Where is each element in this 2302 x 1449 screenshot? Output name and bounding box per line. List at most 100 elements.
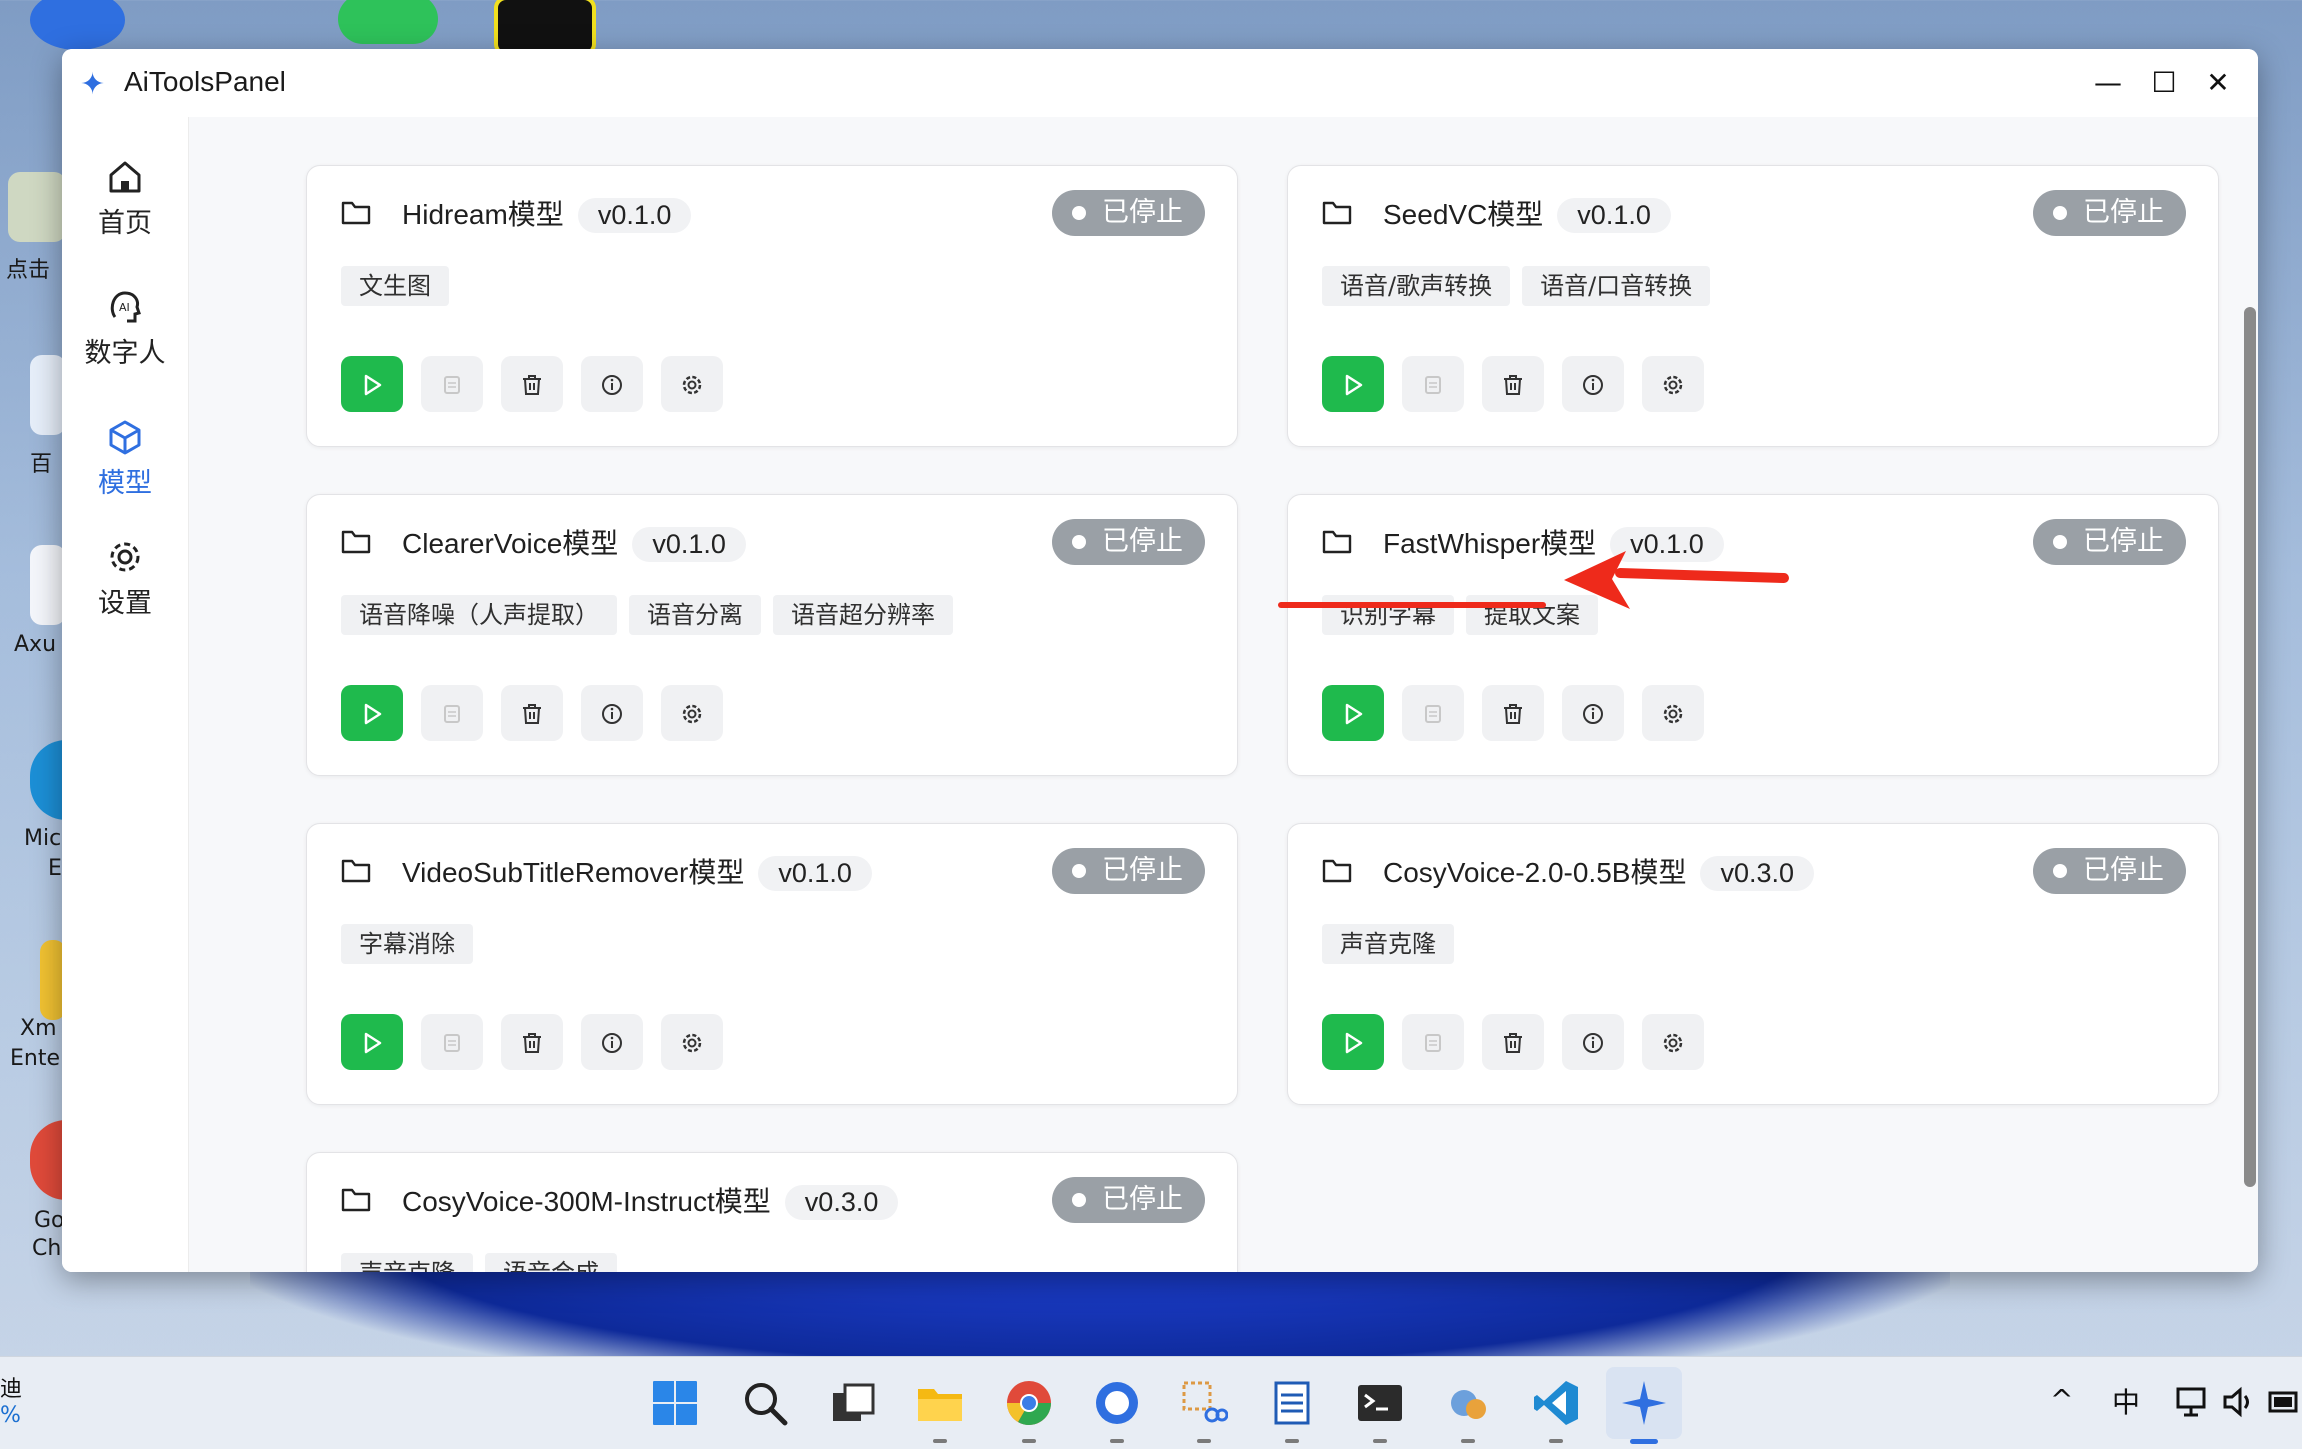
status-dot-icon xyxy=(2053,535,2067,549)
model-card: ClearerVoice模型 v0.1.0 已停止 语音降噪（人声提取） 语音分离 语音超… xyxy=(306,494,1238,776)
wechat-icon[interactable] xyxy=(338,0,438,44)
sidebar-item-home[interactable]: 首页 xyxy=(62,157,188,240)
folder-icon[interactable] xyxy=(1322,858,1352,884)
status-text: 已停止 xyxy=(2083,197,2164,228)
desktop-app-icon[interactable] xyxy=(30,0,125,50)
info-button[interactable] xyxy=(581,1014,643,1070)
running-indicator xyxy=(1197,1439,1211,1443)
sidebar-item-models[interactable]: 模型 xyxy=(62,417,188,500)
start-button[interactable] xyxy=(341,685,403,741)
running-indicator xyxy=(1373,1439,1387,1443)
log-button[interactable] xyxy=(1402,685,1464,741)
settings-button[interactable] xyxy=(661,1014,723,1070)
folder-icon[interactable] xyxy=(341,1187,371,1213)
snipping-tool-icon[interactable] xyxy=(1180,1379,1228,1427)
tray-chevron-icon[interactable]: ^ xyxy=(2050,1383,2073,1416)
folder-icon[interactable] xyxy=(341,529,371,555)
status-text: 已停止 xyxy=(1102,855,1183,886)
sidebar-item-digital-human[interactable]: AI 数字人 xyxy=(62,287,188,370)
desktop-shortcut-icon[interactable] xyxy=(30,545,66,625)
info-icon xyxy=(1581,1032,1605,1053)
desktop-label: 百 xyxy=(30,452,53,477)
terminal-icon[interactable] xyxy=(1356,1379,1404,1427)
info-icon xyxy=(1581,703,1605,724)
desktop-shortcut-icon[interactable] xyxy=(8,172,66,242)
feature-tag: 语音降噪（人声提取） xyxy=(341,595,617,635)
delete-button[interactable] xyxy=(501,356,563,412)
chat-app-icon[interactable] xyxy=(1093,1379,1141,1427)
log-button[interactable] xyxy=(421,685,483,741)
delete-button[interactable] xyxy=(1482,1014,1544,1070)
version-badge: v0.3.0 xyxy=(1700,856,1815,891)
pycharm-icon[interactable] xyxy=(494,0,596,56)
settings-button[interactable] xyxy=(661,356,723,412)
aitoolspanel-icon[interactable] xyxy=(1620,1379,1668,1427)
title-bar[interactable]: ✦ AiToolsPanel — ☐ ✕ xyxy=(62,49,2258,117)
info-button[interactable] xyxy=(1562,356,1624,412)
trash-icon xyxy=(520,374,544,395)
log-button[interactable] xyxy=(1402,356,1464,412)
sidebar-item-settings[interactable]: 设置 xyxy=(62,537,188,620)
log-button[interactable] xyxy=(421,1014,483,1070)
volume-icon[interactable] xyxy=(2222,1385,2256,1419)
chrome-icon[interactable] xyxy=(1005,1379,1053,1427)
minimize-button[interactable]: — xyxy=(2086,61,2130,105)
start-button[interactable] xyxy=(341,1014,403,1070)
settings-button[interactable] xyxy=(1642,1014,1704,1070)
folder-icon[interactable] xyxy=(341,200,371,226)
delete-button[interactable] xyxy=(1482,356,1544,412)
log-button[interactable] xyxy=(421,356,483,412)
info-button[interactable] xyxy=(1562,685,1624,741)
edge-icon[interactable] xyxy=(30,740,66,820)
task-view-icon[interactable] xyxy=(829,1379,877,1427)
info-button[interactable] xyxy=(1562,1014,1624,1070)
notepad-icon[interactable] xyxy=(1268,1379,1316,1427)
status-dot-icon xyxy=(1072,206,1086,220)
info-button[interactable] xyxy=(581,685,643,741)
desktop-shortcut-icon[interactable] xyxy=(30,355,66,435)
maximize-button[interactable]: ☐ xyxy=(2142,61,2186,105)
version-badge: v0.1.0 xyxy=(758,856,872,891)
network-icon[interactable] xyxy=(2176,1385,2210,1419)
app-logo-icon: ✦ xyxy=(80,67,106,102)
settings-button[interactable] xyxy=(661,685,723,741)
chrome-icon[interactable] xyxy=(30,1120,66,1200)
status-text: 已停止 xyxy=(1102,197,1183,228)
settings-button[interactable] xyxy=(1642,685,1704,741)
model-name-text: SeedVC模型 xyxy=(1383,199,1544,230)
gear-icon xyxy=(1661,1032,1685,1052)
ime-indicator[interactable]: 中 xyxy=(2112,1381,2140,1421)
running-indicator xyxy=(1461,1439,1475,1443)
gear-icon xyxy=(1661,374,1685,394)
folder-icon[interactable] xyxy=(1322,200,1352,226)
model-card: CosyVoice-300M-Instruct模型 v0.3.0 已停止声音克隆语音… xyxy=(306,1152,1238,1272)
start-button[interactable] xyxy=(1322,356,1384,412)
info-button[interactable] xyxy=(581,356,643,412)
delete-button[interactable] xyxy=(501,1014,563,1070)
file-explorer-icon[interactable] xyxy=(916,1379,964,1427)
scrollbar[interactable] xyxy=(2244,307,2256,1187)
play-icon xyxy=(1341,374,1365,395)
tag-list: 文生图 xyxy=(341,266,461,306)
feature-tag: 识别字幕 xyxy=(1322,595,1454,635)
start-icon[interactable] xyxy=(651,1379,699,1427)
sidebar-item-label: 首页 xyxy=(98,208,152,239)
delete-button[interactable] xyxy=(501,685,563,741)
folder-icon[interactable] xyxy=(1322,529,1352,555)
close-button[interactable]: ✕ xyxy=(2196,61,2240,105)
model-name-text: CosyVoice-300M-Instruct模型 xyxy=(402,1186,771,1217)
log-button[interactable] xyxy=(1402,1014,1464,1070)
control-panel-icon[interactable] xyxy=(1444,1379,1492,1427)
feature-tag: 语音/歌声转换 xyxy=(1322,266,1511,306)
folder-icon[interactable] xyxy=(341,858,371,884)
vscode-icon[interactable] xyxy=(1532,1379,1580,1427)
search-icon[interactable] xyxy=(741,1379,789,1427)
settings-button[interactable] xyxy=(1642,356,1704,412)
battery-icon[interactable] xyxy=(2268,1385,2302,1419)
start-button[interactable] xyxy=(1322,685,1384,741)
delete-button[interactable] xyxy=(1482,685,1544,741)
status-badge: 已停止 xyxy=(2033,519,2186,565)
start-button[interactable] xyxy=(341,356,403,412)
start-button[interactable] xyxy=(1322,1014,1384,1070)
ai-head-icon: AI xyxy=(110,291,141,323)
